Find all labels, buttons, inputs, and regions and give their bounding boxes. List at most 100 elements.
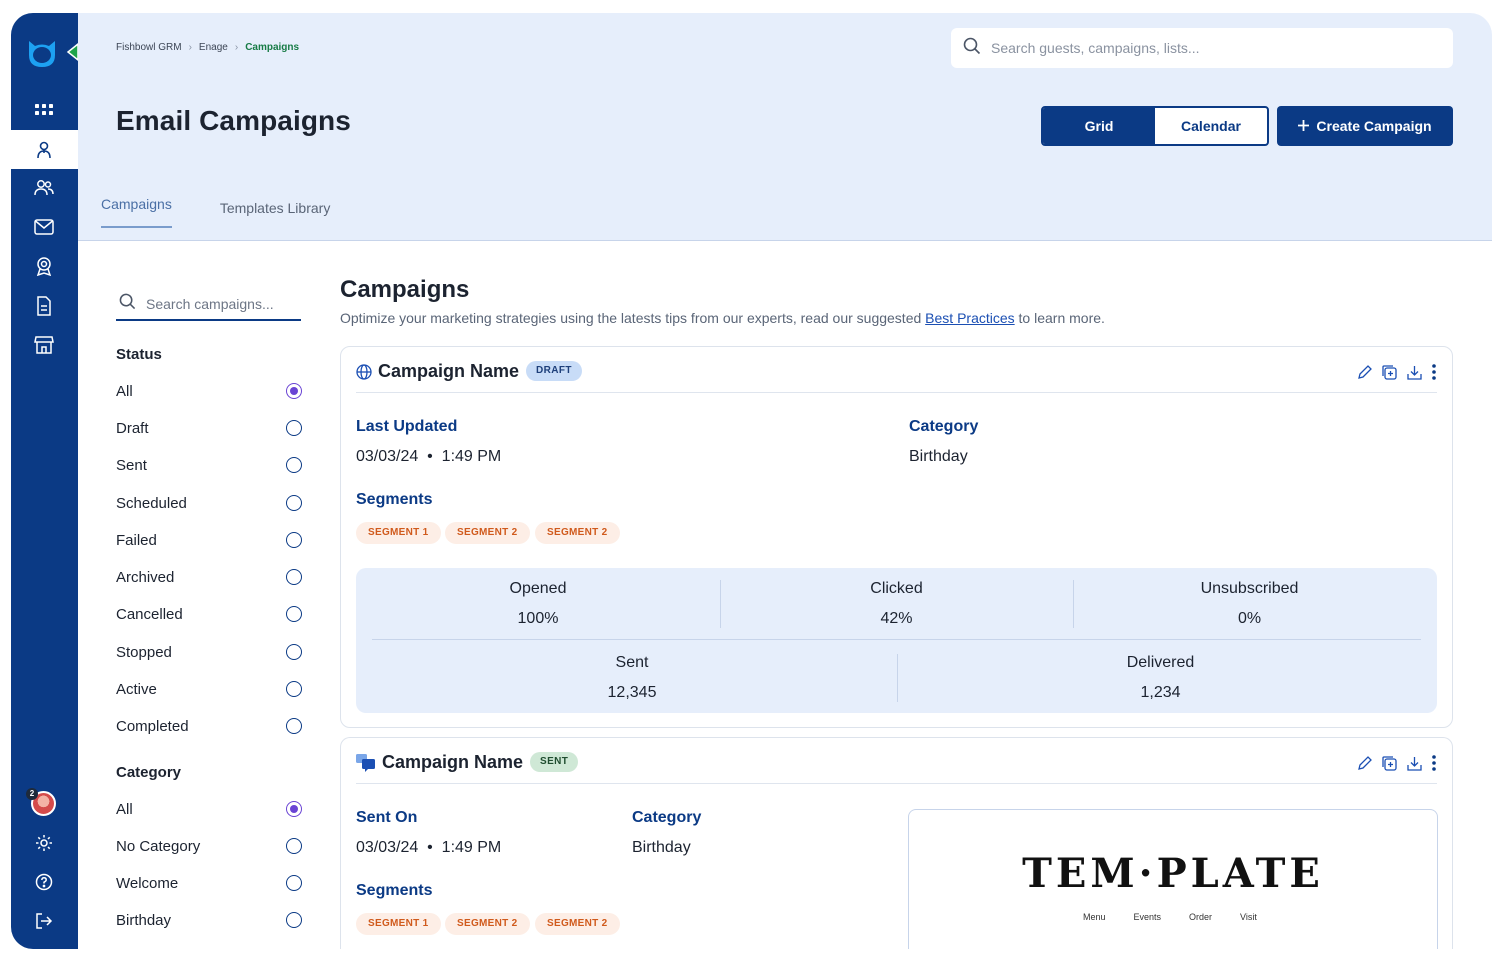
breadcrumb-item[interactable]: Fishbowl GRM — [116, 42, 182, 53]
notification-badge: 2 — [26, 788, 38, 800]
fishbowl-logo-icon[interactable] — [25, 37, 59, 69]
card-header: Campaign Name SENT — [356, 750, 1437, 784]
clicked-value: 42% — [880, 610, 913, 627]
date-value: 03/03/24 — [356, 839, 419, 856]
option-label: Sent — [116, 456, 147, 474]
template-preview[interactable]: TEM·PLATE Menu Events Order Visit — [908, 809, 1438, 949]
download-icon[interactable] — [1406, 755, 1423, 777]
logout-icon[interactable] — [31, 908, 57, 934]
radio-button[interactable] — [286, 457, 302, 473]
category-option-no-category[interactable]: No Category — [116, 834, 302, 858]
plus-icon — [1298, 118, 1310, 134]
radio-button[interactable] — [286, 681, 302, 697]
category-option-birthday[interactable]: Birthday — [116, 908, 302, 932]
status-option-scheduled[interactable]: Scheduled — [116, 491, 302, 515]
template-menu-item: Menu — [1083, 912, 1106, 922]
status-option-archived[interactable]: Archived — [116, 565, 302, 589]
best-practices-link[interactable]: Best Practices — [925, 310, 1014, 326]
radio-button[interactable] — [286, 838, 302, 854]
globe-icon — [356, 364, 372, 385]
category-label: Category — [909, 418, 979, 435]
radio-button[interactable] — [286, 875, 302, 891]
category-option-all[interactable]: All — [116, 797, 302, 821]
last-updated-value: 03/03/24 • 1:49 PM — [356, 448, 502, 465]
help-icon[interactable] — [31, 869, 57, 895]
segment-tag: SEGMENT 2 — [535, 913, 620, 935]
radio-button[interactable] — [286, 569, 302, 585]
download-icon[interactable] — [1406, 364, 1423, 386]
opened-label: Opened — [509, 580, 567, 597]
segments-label: Segments — [356, 491, 433, 508]
segment-tag: SEGMENT 1 — [356, 522, 441, 544]
gear-icon[interactable] — [31, 830, 57, 856]
status-filter-heading: Status — [116, 346, 162, 363]
unsubscribed-value: 0% — [1237, 610, 1262, 627]
segment-tag: SEGMENT 2 — [445, 913, 530, 935]
calendar-view-button[interactable]: Calendar — [1155, 108, 1267, 144]
create-campaign-button[interactable]: Create Campaign — [1277, 106, 1453, 146]
status-option-all[interactable]: All — [116, 379, 302, 403]
more-options-icon[interactable] — [1431, 754, 1437, 777]
status-option-active[interactable]: Active — [116, 677, 302, 701]
radio-button[interactable] — [286, 383, 302, 399]
sent-on-label: Sent On — [356, 809, 418, 826]
status-option-sent[interactable]: Sent — [116, 453, 302, 477]
breadcrumb-item[interactable]: Enage — [199, 42, 228, 53]
breadcrumb: Fishbowl GRM › Enage › Campaigns — [116, 42, 299, 53]
campaign-card[interactable]: Campaign Name SENT Sent On 03/03/24 • 1:… — [340, 737, 1453, 949]
template-menu: Menu Events Order Visit — [1083, 912, 1257, 922]
radio-button[interactable] — [286, 420, 302, 436]
status-option-failed[interactable]: Failed — [116, 528, 302, 552]
status-badge: SENT — [530, 752, 579, 772]
category-option-welcome[interactable]: Welcome — [116, 871, 302, 895]
more-options-icon[interactable] — [1431, 363, 1437, 386]
page-header: Fishbowl GRM › Enage › Campaigns Email C… — [78, 13, 1492, 241]
radio-button[interactable] — [286, 644, 302, 660]
duplicate-icon[interactable] — [1381, 755, 1398, 777]
status-badge: DRAFT — [526, 361, 582, 381]
radio-button[interactable] — [286, 532, 302, 548]
edit-icon[interactable] — [1357, 755, 1373, 776]
mail-icon[interactable] — [31, 214, 57, 240]
radio-button[interactable] — [286, 606, 302, 622]
edit-icon[interactable] — [1357, 364, 1373, 385]
stat-divider — [372, 639, 1421, 640]
campaign-search-input[interactable] — [146, 296, 296, 312]
marketing-icon[interactable] — [31, 137, 57, 163]
clicked-label: Clicked — [870, 580, 923, 597]
radio-button[interactable] — [286, 912, 302, 928]
global-search-input[interactable] — [991, 40, 1431, 56]
campaign-search — [116, 289, 301, 321]
time-value: 1:49 PM — [441, 839, 502, 856]
badge-icon[interactable] — [31, 253, 57, 279]
card-actions — [1357, 754, 1437, 777]
apps-grid-icon[interactable] — [31, 98, 57, 124]
radio-button[interactable] — [286, 801, 302, 817]
status-option-stopped[interactable]: Stopped — [116, 640, 302, 664]
category-value: Birthday — [909, 448, 968, 465]
document-icon[interactable] — [31, 293, 57, 319]
campaign-name[interactable]: Campaign Name — [378, 359, 519, 383]
page-title: Email Campaigns — [116, 105, 351, 136]
radio-button[interactable] — [286, 495, 302, 511]
duplicate-icon[interactable] — [1381, 364, 1398, 386]
radio-button[interactable] — [286, 718, 302, 734]
app-frame: 2 Fishbowl GRM › Enage › Campaigns Email… — [11, 13, 1492, 949]
campaign-card[interactable]: Campaign Name DRAFT Last Updated 03/03/2… — [340, 346, 1453, 728]
campaign-name[interactable]: Campaign Name — [382, 750, 523, 774]
tab-templates-library[interactable]: Templates Library — [220, 200, 331, 228]
status-option-completed[interactable]: Completed — [116, 714, 302, 738]
grid-view-button[interactable]: Grid — [1043, 108, 1155, 144]
tab-campaigns[interactable]: Campaigns — [101, 196, 172, 228]
global-search — [951, 28, 1453, 68]
users-icon[interactable] — [31, 175, 57, 201]
option-label: Birthday — [116, 911, 172, 929]
unsubscribed-label: Unsubscribed — [1200, 580, 1299, 597]
status-option-cancelled[interactable]: Cancelled — [116, 602, 302, 626]
option-label: Welcome — [116, 874, 179, 892]
store-icon[interactable] — [31, 332, 57, 358]
option-label: Cancelled — [116, 605, 183, 623]
option-label: All — [116, 800, 133, 818]
segment-tag: SEGMENT 1 — [356, 913, 441, 935]
status-option-draft[interactable]: Draft — [116, 416, 302, 440]
